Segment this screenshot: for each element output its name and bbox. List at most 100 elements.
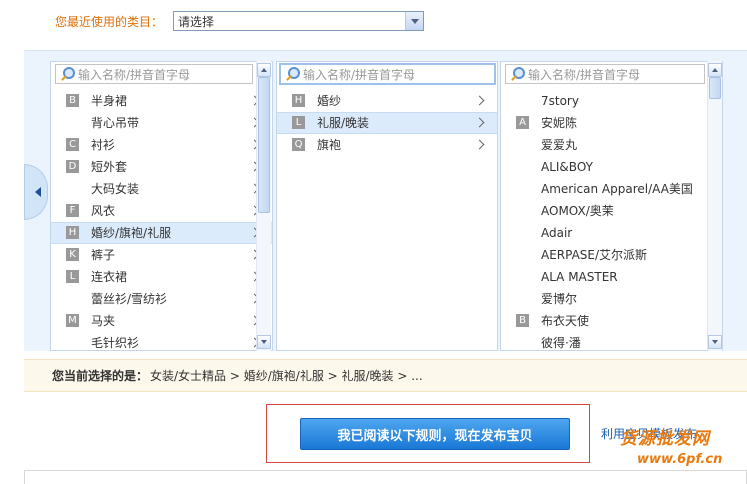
category-item-label: Adair [541,226,573,240]
category-item-label: AOMOX/奥茉 [541,204,614,218]
index-letter: Q [292,138,305,151]
recent-category-value: 请选择 [178,14,215,29]
search-placeholder: 输入名称/拼音首字母 [303,67,416,82]
category-item-label: 裤子 [91,248,116,262]
column-1-scrollbar[interactable] [256,61,271,351]
scroll-left-button[interactable] [24,164,48,220]
current-selection-label: 您当前选择的是： [52,369,149,383]
category-item[interactable]: 7story [501,90,722,112]
scroll-thumb[interactable] [709,77,721,99]
category-item[interactable]: AOMOX/奥茉 [501,200,722,222]
category-item-label: AERPASE/艾尔派斯 [541,248,648,262]
category-item-label: 半身裙 [91,94,128,108]
recent-category-select[interactable]: 请选择 [173,11,425,31]
category-list: B 半身裙背心吊带 C 衬衫 D 短外套大码女装 F 风衣 H 婚纱/旗袍/礼服 K 裤子 L 连衣裙蕾丝… [51,90,272,350]
category-item[interactable]: A 安妮陈 [501,112,722,134]
category-list: H 婚纱 L 礼服/晚装 Q 旗袍 [277,90,497,156]
category-item[interactable]: Q 旗袍 [277,134,497,156]
chevron-down-icon[interactable] [405,12,424,30]
current-selection-bar: 您当前选择的是： 女装/女士精品 > 婚纱/旗袍/礼服 > 礼服/晚装 > ..… [24,359,747,392]
category-item-label: ALA MASTER [541,270,618,284]
index-letter: A [516,116,529,129]
category-item-label: 短外套 [91,160,128,174]
search-icon [510,67,525,81]
recent-category-label: 您最近使用的类目： [55,14,164,29]
category-item[interactable]: 背心吊带 [51,112,272,134]
category-item[interactable]: ALI&BOY [501,156,722,178]
category-item[interactable]: H 婚纱 [277,90,497,112]
category-picker-panel: 输入名称/拼音首字母 B 半身裙背心吊带 C 衬衫 D 短外套大码女装 F 风衣 H 婚纱/旗袍/… [24,50,747,351]
category-item[interactable]: C 衬衫 [51,134,272,156]
category-item[interactable]: B 半身裙 [51,90,272,112]
search-placeholder: 输入名称/拼音首字母 [78,67,191,82]
category-item[interactable]: 蕾丝衫/雪纺衫 [51,288,272,310]
index-letter: L [292,116,305,129]
recent-category-row: 您最近使用的类目： 请选择 [55,10,425,32]
watermark-title: 货源批发网 [620,429,710,449]
category-item-label: American Apparel/AA美国 [541,182,693,196]
search-placeholder: 输入名称/拼音首字母 [528,67,641,82]
category-search-field[interactable]: 输入名称/拼音首字母 [505,64,705,84]
category-item[interactable]: H 婚纱/旗袍/礼服 [51,222,272,244]
category-item-label: 蕾丝衫/雪纺衫 [91,292,168,306]
category-item-label: 旗袍 [317,138,342,152]
category-column-2: 输入名称/拼音首字母 H 婚纱 L 礼服/晚装 Q 旗袍 [276,61,498,351]
category-item[interactable]: K 裤子 [51,244,272,266]
scroll-up-icon[interactable] [257,63,271,77]
category-item-label: 爱博尔 [541,292,578,306]
category-search-field[interactable]: 输入名称/拼音首字母 [279,63,496,85]
category-item-label: 背心吊带 [91,116,140,130]
current-selection-path: 女装/女士精品 > 婚纱/旗袍/礼服 > 礼服/晚装 > ... [150,369,423,383]
category-item[interactable]: L 连衣裙 [51,266,272,288]
rules-box [24,470,747,484]
chevron-right-icon [474,139,485,150]
index-letter: F [66,204,79,217]
scroll-up-icon[interactable] [708,63,722,77]
category-item-label: 风衣 [91,204,116,218]
category-item-label: 爱爱丸 [541,138,578,152]
category-item[interactable]: 大码女装 [51,178,272,200]
index-letter: C [66,138,79,151]
category-item[interactable]: ALA MASTER [501,266,722,288]
category-item[interactable]: B 布衣天使 [501,310,722,332]
category-item[interactable]: 毛针织衫 [51,332,272,350]
category-item-label: 7story [541,94,579,108]
scroll-down-icon[interactable] [708,335,722,349]
category-item[interactable]: M 马夹 [51,310,272,332]
category-item-label: 布衣天使 [541,314,590,328]
scroll-down-icon[interactable] [257,335,271,349]
publish-button[interactable]: 我已阅读以下规则，现在发布宝贝 [300,418,570,450]
category-item-label: 马夹 [91,314,116,328]
category-item[interactable]: Adair [501,222,722,244]
scroll-thumb[interactable] [258,77,270,213]
arrow-left-icon [35,187,41,197]
category-item-label: 连衣裙 [91,270,128,284]
category-item-label: 彼得·潘 [541,336,581,350]
category-list: 7story A 安妮陈爱爱丸 ALI&BOY American Apparel/AA美… [501,90,722,350]
search-icon [285,67,300,81]
chevron-right-icon [474,95,485,106]
column-3-scrollbar[interactable] [707,61,722,351]
index-letter: M [66,314,79,327]
category-item[interactable]: American Apparel/AA美国 [501,178,722,200]
index-letter: D [66,160,79,173]
category-item[interactable]: 彼得·潘 [501,332,722,350]
index-letter: H [66,226,79,239]
category-item-label: 婚纱 [317,94,342,108]
category-item[interactable]: F 风衣 [51,200,272,222]
category-item[interactable]: 爱博尔 [501,288,722,310]
index-letter: L [66,270,79,283]
category-item-label: 安妮陈 [541,116,578,130]
category-item[interactable]: AERPASE/艾尔派斯 [501,244,722,266]
category-item-label: 大码女装 [91,182,140,196]
watermark-url: www.6pf.cn [637,452,723,467]
index-letter: B [516,314,529,327]
index-letter: H [292,94,305,107]
search-icon [60,67,75,81]
category-item[interactable]: L 礼服/晚装 [277,112,497,134]
category-item-label: 衬衫 [91,138,116,152]
index-letter: B [66,94,79,107]
category-item[interactable]: D 短外套 [51,156,272,178]
category-search-field[interactable]: 输入名称/拼音首字母 [55,64,253,84]
category-item[interactable]: 爱爱丸 [501,134,722,156]
